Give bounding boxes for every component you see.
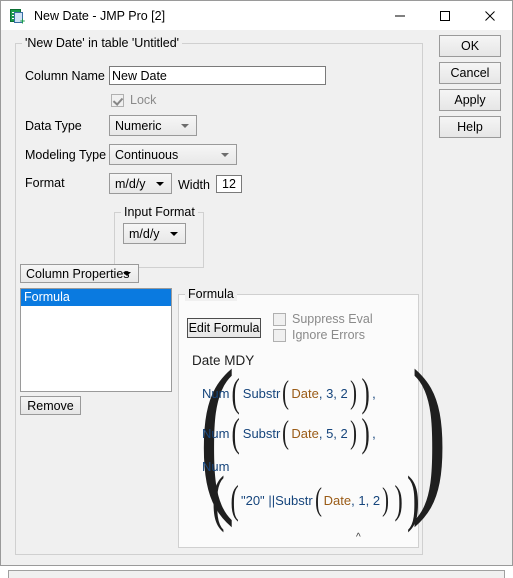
ignore-errors-checkbox-box[interactable] bbox=[273, 328, 286, 342]
formula-concat-operator: || bbox=[268, 492, 276, 508]
formula-column-ref: Date bbox=[291, 385, 319, 401]
format-dropdown[interactable]: m/d/y bbox=[109, 173, 172, 194]
input-format-dropdown[interactable]: m/d/y bbox=[123, 223, 186, 244]
lock-checkbox[interactable]: Lock bbox=[111, 93, 156, 107]
lock-checkbox-box[interactable] bbox=[111, 93, 124, 107]
data-type-label: Data Type bbox=[25, 119, 82, 133]
suppress-eval-label: Suppress Eval bbox=[292, 312, 373, 326]
window-title: New Date - JMP Pro [2] bbox=[34, 8, 166, 23]
formula-arg-start: 1 bbox=[358, 492, 366, 508]
formula-column-ref: Date bbox=[291, 425, 319, 441]
formula-insertion-caret: ^ bbox=[356, 532, 361, 543]
title-bar: + New Date - JMP Pro [2] bbox=[1, 1, 512, 30]
close-icon[interactable] bbox=[467, 1, 512, 30]
column-properties-menu-label: Column Properties bbox=[26, 266, 130, 281]
column-group-title: 'New Date' in table 'Untitled' bbox=[22, 36, 183, 50]
formula-arg-length: 2 bbox=[340, 425, 348, 441]
chevron-down-icon bbox=[221, 152, 229, 157]
suppress-eval-checkbox-box[interactable] bbox=[273, 312, 286, 326]
formula-inner-fn: Substr bbox=[242, 385, 281, 401]
modeling-type-value: Continuous bbox=[115, 147, 179, 162]
formula-row[interactable]: Num ( Substr ( Date , 5 , 2 ) ) , bbox=[202, 413, 424, 453]
minimize-icon[interactable] bbox=[377, 1, 422, 30]
formula-row[interactable]: Num ( Substr ( Date , 3 , 2 ) ) , bbox=[202, 373, 424, 413]
formula-row-separator: , bbox=[372, 385, 376, 401]
jmp-new-column-icon: + bbox=[9, 8, 25, 25]
modeling-type-dropdown[interactable]: Continuous bbox=[109, 144, 237, 165]
data-type-dropdown[interactable]: Numeric bbox=[109, 115, 197, 136]
suppress-eval-checkbox[interactable]: Suppress Eval bbox=[273, 312, 373, 326]
chevron-down-icon bbox=[123, 271, 131, 276]
formula-rows: Num ( Substr ( Date , 3 , 2 ) ) , Num ( … bbox=[202, 373, 424, 543]
ignore-errors-checkbox[interactable]: Ignore Errors bbox=[273, 328, 365, 342]
ok-button[interactable]: OK bbox=[439, 35, 501, 57]
column-info-dialog: + New Date - JMP Pro [2] 'New Date' in t… bbox=[0, 0, 513, 566]
formula-arg-start: 5 bbox=[326, 425, 334, 441]
formula-group-title: Formula bbox=[185, 287, 237, 301]
formula-expression-display[interactable]: Date MDY ( ) Num ( Substr ( Date , 3 , 2… bbox=[178, 344, 447, 543]
input-format-title: Input Format bbox=[121, 205, 198, 219]
formula-arg-start: 3 bbox=[326, 385, 334, 401]
formula-arg-length: 2 bbox=[340, 385, 348, 401]
format-label: Format bbox=[25, 176, 65, 190]
column-properties-menu-button[interactable]: Column Properties bbox=[20, 264, 139, 283]
list-item[interactable]: Formula bbox=[21, 289, 171, 306]
column-name-input[interactable]: New Date bbox=[109, 66, 326, 85]
background-window-edge bbox=[0, 566, 513, 578]
ignore-errors-label: Ignore Errors bbox=[292, 328, 365, 342]
window-controls bbox=[377, 1, 512, 30]
lock-checkbox-label: Lock bbox=[130, 93, 157, 107]
chevron-down-icon bbox=[156, 181, 164, 186]
apply-button[interactable]: Apply bbox=[439, 89, 501, 111]
column-name-label: Column Name bbox=[25, 69, 105, 83]
formula-row[interactable]: Num bbox=[202, 453, 424, 479]
width-input[interactable]: 12 bbox=[216, 175, 242, 193]
column-properties-list[interactable]: Formula bbox=[20, 288, 172, 392]
formula-inner-fn: Substr bbox=[242, 425, 281, 441]
cancel-button[interactable]: Cancel bbox=[439, 62, 501, 84]
chevron-down-icon bbox=[170, 231, 178, 236]
formula-concat-row[interactable]: ( ( "20" || Substr ( Date , 1 , 2 ) ) ) bbox=[202, 468, 424, 529]
formula-outer-fn: Num bbox=[202, 385, 230, 401]
data-type-value: Numeric bbox=[115, 118, 162, 133]
chevron-down-icon bbox=[181, 123, 189, 128]
format-value: m/d/y bbox=[115, 176, 146, 191]
formula-outer-fn: Num bbox=[202, 425, 230, 441]
input-format-value: m/d/y bbox=[129, 226, 160, 241]
formula-column-ref: Date bbox=[323, 492, 352, 508]
formula-row-separator: , bbox=[372, 425, 376, 441]
modeling-type-label: Modeling Type bbox=[25, 148, 107, 162]
remove-button[interactable]: Remove bbox=[20, 396, 81, 415]
width-label: Width bbox=[178, 178, 210, 192]
formula-inner-fn: Substr bbox=[275, 492, 313, 508]
help-button[interactable]: Help bbox=[439, 116, 501, 138]
formula-arg-length: 2 bbox=[372, 492, 381, 508]
formula-string-literal: "20" bbox=[240, 492, 265, 508]
maximize-icon[interactable] bbox=[422, 1, 467, 30]
